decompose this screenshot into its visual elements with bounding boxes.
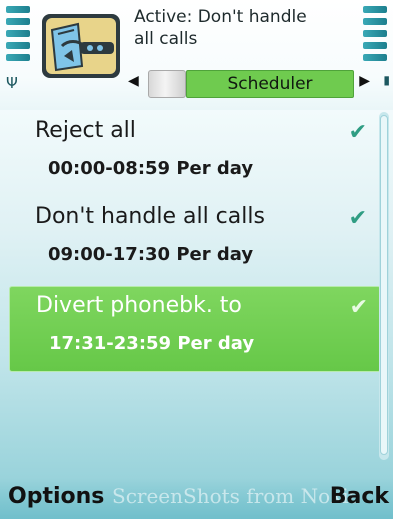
- list-item[interactable]: Reject all 00:00-08:59 Per day ✔: [9, 112, 379, 196]
- list-item-primary: Reject all: [35, 118, 136, 143]
- check-icon: ✔: [348, 120, 367, 145]
- battery-icon: ▮: [383, 73, 390, 87]
- watermark: ScreenShots from Nokia: [112, 484, 361, 508]
- call-manager-app-icon: [38, 10, 126, 82]
- list-item-primary: Divert phonebk. to: [36, 293, 242, 318]
- tab-right-arrow-icon[interactable]: ▶: [359, 73, 370, 89]
- scrollbar[interactable]: [379, 112, 389, 460]
- check-icon: ✔: [349, 295, 368, 320]
- tab-previous[interactable]: [148, 70, 186, 98]
- list-item-secondary: 09:00-17:30 Per day: [48, 244, 254, 265]
- scrollbar-thumb[interactable]: [380, 115, 388, 455]
- list-item-primary: Don't handle all calls: [35, 204, 265, 229]
- back-softkey[interactable]: Back: [330, 484, 389, 509]
- options-softkey[interactable]: Options: [8, 484, 104, 509]
- list-item[interactable]: Don't handle all calls 09:00-17:30 Per d…: [9, 198, 379, 282]
- signal-strength-icon: [6, 6, 30, 66]
- tab-left-arrow-icon[interactable]: ◀: [128, 73, 139, 89]
- tab-scheduler[interactable]: Scheduler: [186, 70, 354, 98]
- list-item-secondary: 17:31-23:59 Per day: [49, 333, 255, 354]
- tab-strip[interactable]: ◀ Scheduler ▶: [128, 68, 378, 98]
- list-item-selected[interactable]: Divert phonebk. to 17:31-23:59 Per day ✔: [9, 286, 381, 372]
- antenna-icon: Ψ: [6, 74, 18, 92]
- context-title: Active: Don't handle all calls: [134, 7, 307, 49]
- check-icon: ✔: [348, 206, 367, 231]
- list-item-secondary: 00:00-08:59 Per day: [48, 158, 254, 179]
- battery-level-icon: [363, 6, 387, 66]
